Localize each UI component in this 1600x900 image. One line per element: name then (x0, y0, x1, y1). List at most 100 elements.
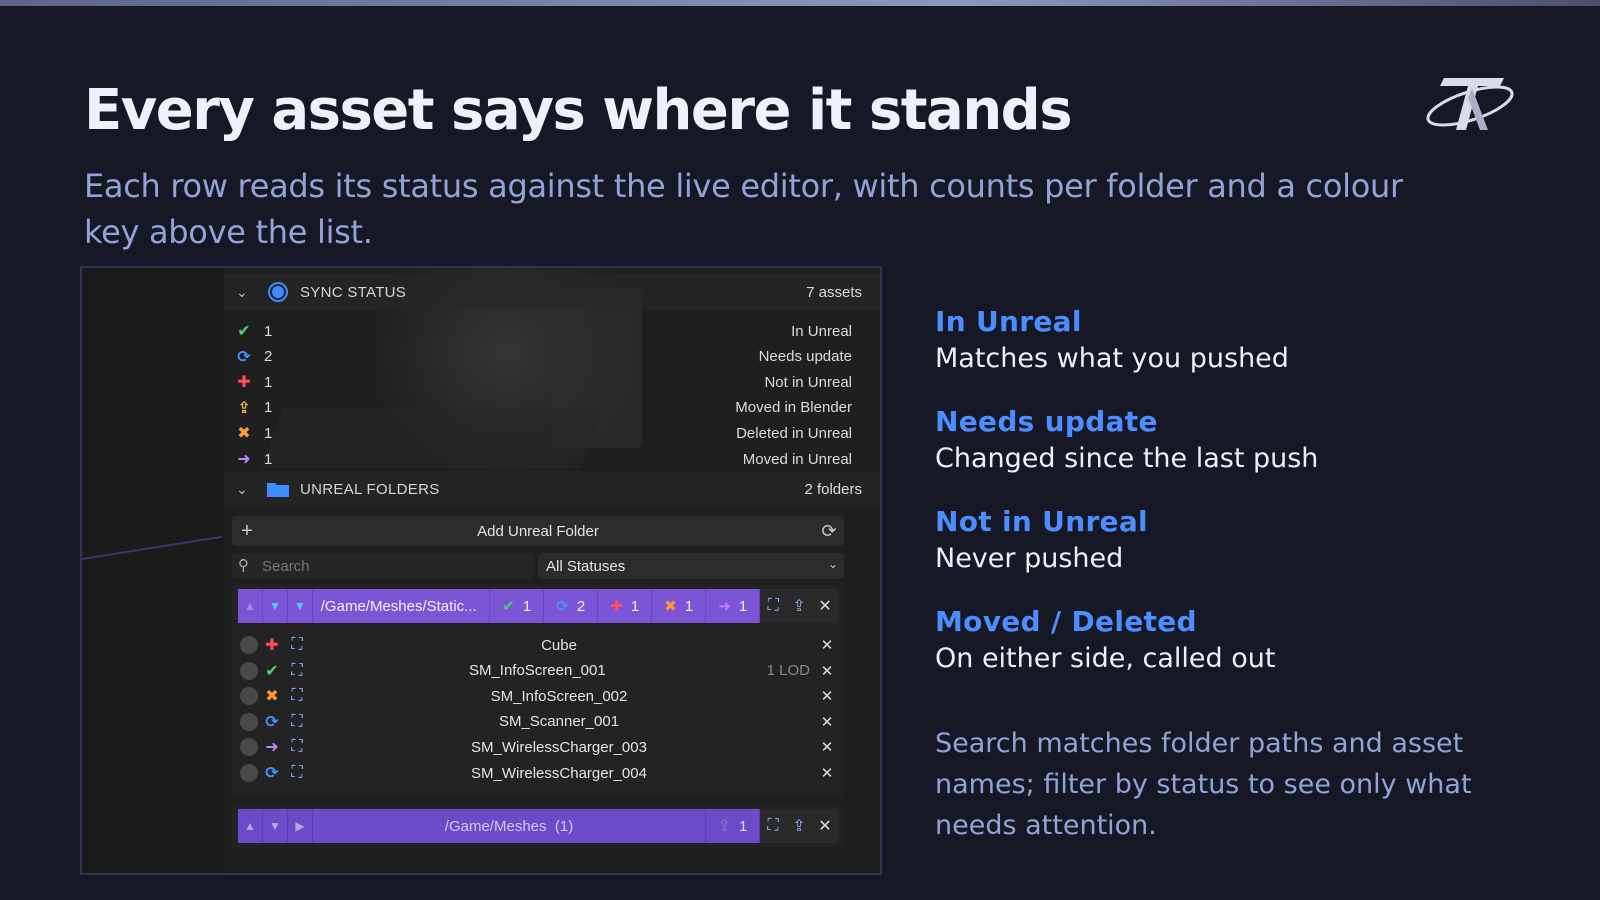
close-icon[interactable]: ✕ (816, 713, 838, 731)
asset-row[interactable]: ✖ ⛶ SM_InfoScreen_002 ✕ (238, 684, 838, 708)
select-meshes-icon[interactable]: ⛶ (760, 589, 787, 623)
select-toggle[interactable] (240, 712, 258, 731)
upload-icon[interactable]: ⇪ (786, 589, 813, 623)
status-count: 1 (264, 322, 273, 340)
move-down-icon[interactable]: ▼ (263, 809, 288, 843)
search-note: Search matches folder paths and asset na… (935, 728, 1472, 841)
sync-status-label: SYNC STATUS (300, 283, 407, 301)
status-count: 1 (264, 373, 273, 391)
slide-title: Every asset says where it stands (84, 78, 1073, 143)
refresh-icon[interactable]: ⟳ (814, 521, 844, 542)
status-badge[interactable]: ✖ 1 (652, 589, 707, 623)
sync-status-icon (258, 281, 298, 303)
sync-status-row: ➜ 1 Moved in Unreal (232, 446, 852, 472)
status-icon: ➜ (265, 739, 279, 757)
brand-logo-icon (1426, 78, 1514, 130)
mesh-icon[interactable]: ⛶ (286, 738, 308, 756)
moved-badge: ⇪ 1 (706, 809, 760, 843)
chevron-down-icon[interactable]: ⌄ (236, 481, 258, 498)
upload-icon: ⇪ (717, 818, 732, 835)
asset-name: SM_InfoScreen_002 (490, 687, 628, 705)
select-toggle[interactable] (240, 687, 258, 706)
move-down-icon[interactable]: ▼ (262, 589, 288, 623)
expand-icon[interactable]: ▶ (288, 809, 313, 843)
select-toggle[interactable] (240, 738, 258, 757)
chevron-down-icon[interactable]: ⌄ (236, 284, 258, 301)
mesh-icon[interactable]: ⛶ (286, 662, 308, 680)
status-count: 1 (264, 424, 273, 442)
move-up-icon[interactable]: ▲ (238, 809, 263, 843)
status-badge[interactable]: ✔ 1 (490, 589, 545, 623)
asset-row[interactable]: ➜ ⛶ SM_WirelessCharger_003 ✕ (238, 735, 838, 759)
mesh-icon[interactable]: ⛶ (286, 636, 308, 654)
plus-icon: + (241, 519, 253, 542)
folder-bar-meshes: ▲ ▼ ▶ /Game/Meshes (1) ⇪ 1 ⛶ ⇪ ✕ (238, 809, 838, 843)
asset-name: Cube (541, 636, 577, 654)
status-label: Deleted in Unreal (736, 424, 852, 442)
legend-title: Not in Unreal (935, 505, 1148, 538)
add-unreal-folder-label: Add Unreal Folder (477, 522, 599, 540)
asset-row[interactable]: ✔ ⛶ SM_InfoScreen_001 1 LOD ✕ (238, 659, 838, 683)
slide-subtitle: Each row reads its status against the li… (84, 167, 1403, 251)
check-icon: ✔ (237, 323, 251, 340)
asset-name: SM_InfoScreen_001 (468, 662, 606, 680)
status-count: 2 (264, 348, 273, 366)
sync-status-row: ✚ 1 Not in Unreal (232, 369, 852, 395)
viewport-background (82, 268, 224, 873)
badge-count: 1 (738, 597, 748, 615)
unreal-folders-header[interactable]: ⌄ UNREAL FOLDERS 2 folders (224, 471, 880, 507)
mesh-icon[interactable]: ⛶ (286, 764, 308, 782)
status-label: Moved in Unreal (742, 450, 852, 468)
upload-icon: ⇪ (237, 399, 251, 417)
select-meshes-icon[interactable]: ⛶ (760, 809, 786, 843)
legend-title: In Unreal (935, 305, 1082, 338)
legend-title: Needs update (935, 405, 1158, 438)
close-icon[interactable]: ✕ (816, 687, 838, 705)
select-toggle[interactable] (240, 636, 258, 654)
status-badge[interactable]: ➜ 1 (706, 589, 761, 623)
add-unreal-folder-button[interactable]: + Add Unreal Folder ⟳ (232, 516, 844, 546)
badge-count: 2 (576, 597, 586, 615)
status-icon: ✔ (502, 598, 515, 615)
close-icon[interactable]: ✕ (816, 662, 838, 680)
legend-description: On either side, called out (935, 643, 1276, 674)
sync-status-row: ⟳ 2 Needs update (232, 344, 852, 370)
folder-bar-static: ▲ ▼ ▼ /Game/Meshes/Static... ✔ 1 ⟳ 2 ✚ 1 ✖ 1 ➜ 1 … (238, 589, 838, 623)
sync-status-row: ⇪ 1 Moved in Blender (232, 395, 852, 421)
top-accent-bar (0, 0, 1600, 6)
select-toggle[interactable] (240, 764, 258, 782)
search-icon: ⚲ (238, 557, 249, 574)
status-badge[interactable]: ⟳ 2 (544, 589, 599, 623)
move-up-icon[interactable]: ▲ (238, 589, 263, 623)
close-icon[interactable]: ✕ (816, 636, 838, 654)
status-count: 1 (264, 450, 273, 468)
folder-box-meshes: ▲ ▼ ▶ /Game/Meshes (1) ⇪ 1 ⛶ ⇪ ✕ (232, 805, 844, 847)
search-input[interactable] (232, 553, 534, 579)
folder-icon (258, 480, 298, 498)
unreal-folders-count: 2 folders (804, 480, 862, 498)
folder-path[interactable]: /Game/Meshes/Static... (312, 589, 491, 623)
status-filter-select[interactable]: All Statuses ⌄ (538, 553, 844, 579)
status-label: In Unreal (791, 322, 852, 340)
asset-row[interactable]: ⟳ ⛶ SM_WirelessCharger_004 ✕ (238, 761, 838, 785)
asset-row[interactable]: ✚ ⛶ Cube ✕ (238, 633, 838, 657)
close-icon[interactable]: ✕ (812, 809, 838, 843)
unreal-folders-label: UNREAL FOLDERS (300, 480, 440, 498)
status-count: 1 (264, 399, 273, 417)
close-icon[interactable]: ✕ (812, 589, 838, 623)
select-toggle[interactable] (240, 661, 258, 680)
close-icon[interactable]: ✕ (816, 738, 838, 756)
sync-status-header[interactable]: ⌄ SYNC STATUS 7 assets (224, 274, 880, 310)
legend-title: Moved / Deleted (935, 605, 1197, 638)
close-icon[interactable]: ✕ (816, 764, 838, 782)
status-badge[interactable]: ✚ 1 (598, 589, 653, 623)
asset-row[interactable]: ⟳ ⛶ SM_Scanner_001 ✕ (238, 710, 838, 734)
folder-path[interactable]: /Game/Meshes (1) (313, 809, 706, 843)
asset-name: SM_WirelessCharger_003 (471, 738, 647, 756)
upload-icon[interactable]: ⇪ (786, 809, 812, 843)
mesh-icon[interactable]: ⛶ (286, 687, 308, 705)
collapse-icon[interactable]: ▼ (287, 589, 313, 623)
mesh-icon[interactable]: ⛶ (286, 713, 308, 731)
badge-count: 1 (684, 597, 694, 615)
badge-count: 1 (630, 597, 640, 615)
